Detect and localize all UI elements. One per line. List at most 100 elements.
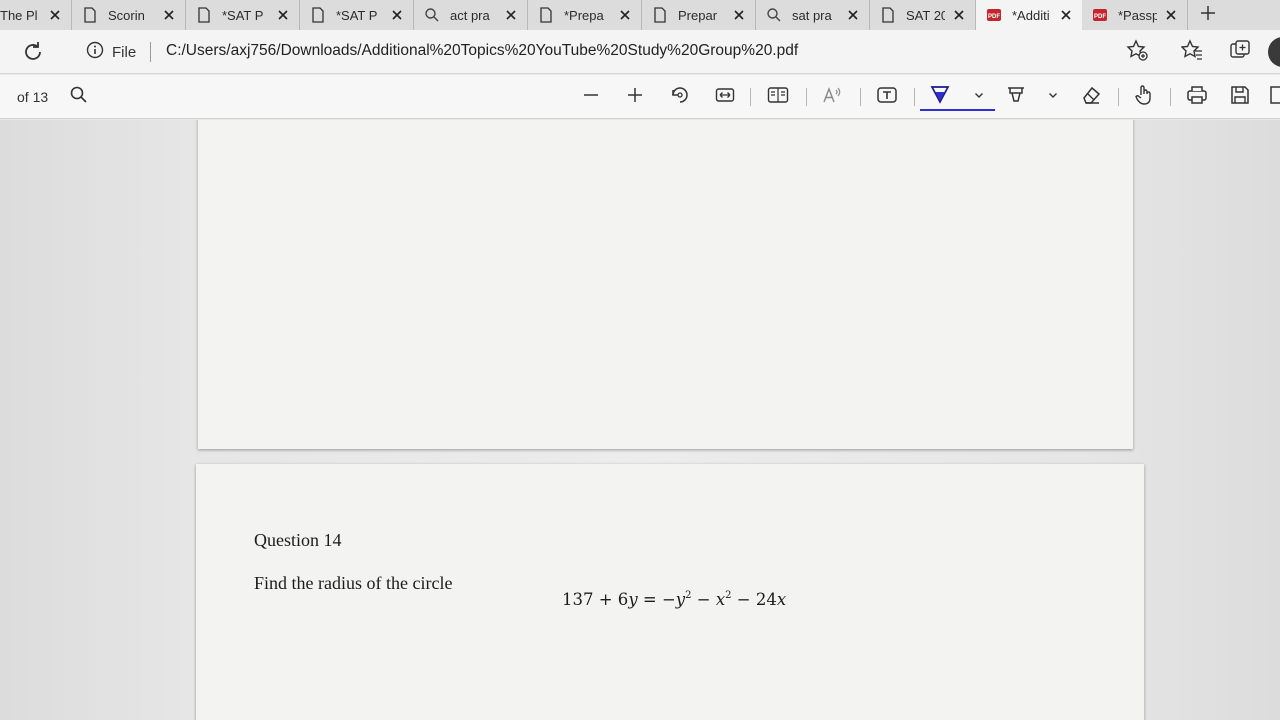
equation-part: = −: [637, 590, 676, 609]
pdf-icon: PDF: [986, 7, 1002, 23]
search-icon: [69, 85, 89, 110]
print-icon: [1186, 84, 1208, 111]
equation: 137 + 6y = −y2 − x2 − 24x: [562, 590, 786, 609]
tab-title: sat pra: [792, 7, 832, 23]
close-icon[interactable]: [617, 7, 633, 23]
divider: [1118, 88, 1119, 106]
close-icon[interactable]: [275, 7, 291, 23]
new-tab-button[interactable]: [1188, 0, 1228, 30]
plus-icon: [626, 86, 644, 109]
zoom-in-button[interactable]: [624, 86, 646, 108]
browser-window: The Pl Scorin *SAT P *SAT P act pra *Pre…: [0, 0, 1280, 720]
fit-width-button[interactable]: [714, 86, 736, 108]
tab-title: *Passp: [1118, 7, 1157, 23]
refresh-button[interactable]: [21, 40, 45, 64]
tab-8[interactable]: SAT 20: [870, 0, 976, 30]
page-icon: [880, 7, 896, 23]
close-icon[interactable]: [951, 7, 967, 23]
page-view-icon: [767, 85, 789, 110]
highlight-button[interactable]: [1005, 86, 1027, 108]
favorite-add-button[interactable]: [1126, 38, 1148, 66]
chevron-down-icon: [973, 88, 985, 106]
close-icon[interactable]: [731, 7, 747, 23]
draw-button[interactable]: [929, 84, 951, 111]
tab-title: Prepar: [678, 7, 718, 23]
read-aloud-button[interactable]: [822, 86, 844, 108]
equation-part: −: [691, 590, 716, 609]
draw-pen-icon: [929, 84, 951, 111]
avatar[interactable]: [1268, 37, 1280, 67]
close-icon[interactable]: [503, 7, 519, 23]
equation-var: y: [628, 590, 638, 609]
fit-width-icon: [715, 85, 735, 110]
close-icon[interactable]: [389, 7, 405, 23]
tab-title: Scorin: [108, 7, 145, 23]
rotate-icon: [670, 85, 690, 110]
close-icon[interactable]: [1058, 7, 1074, 23]
zoom-out-button[interactable]: [580, 86, 602, 108]
close-icon[interactable]: [47, 7, 63, 23]
pdf-viewport[interactable]: Question 14 Find the radius of the circl…: [0, 120, 1280, 720]
address-bar: File C:/Users/axj756/Downloads/Additiona…: [0, 30, 1280, 74]
star-add-icon: [1126, 38, 1148, 66]
question-title: Question 14: [254, 530, 342, 550]
find-button[interactable]: [68, 86, 90, 108]
minus-icon: [582, 86, 600, 109]
page-icon: [538, 7, 554, 23]
tab-title: The Pl: [0, 7, 38, 23]
page-view-button[interactable]: [767, 86, 789, 108]
pdf-toolbar: of 13: [0, 75, 1280, 119]
close-icon[interactable]: [845, 7, 861, 23]
svg-text:PDF: PDF: [1094, 14, 1106, 20]
equation-part: − 24: [731, 590, 777, 609]
equation-var: x: [715, 590, 726, 609]
equation-part: 137 + 6: [562, 590, 629, 609]
tab-title: *Prepa: [564, 7, 604, 23]
rotate-button[interactable]: [669, 86, 691, 108]
info-icon: [86, 41, 104, 64]
save-button[interactable]: [1229, 85, 1251, 110]
svg-text:PDF: PDF: [988, 14, 1000, 20]
refresh-icon: [21, 42, 45, 68]
close-icon[interactable]: [161, 7, 177, 23]
tab-1[interactable]: Scorin: [72, 0, 186, 30]
question-text: Find the radius of the circle: [254, 573, 453, 593]
touch-mode-button[interactable]: [1133, 84, 1155, 108]
tab-strip: The Pl Scorin *SAT P *SAT P act pra *Pre…: [0, 0, 1280, 30]
favorites-button[interactable]: [1180, 38, 1203, 66]
close-icon[interactable]: [1163, 7, 1179, 23]
tab-2[interactable]: *SAT P: [186, 0, 300, 30]
save-as-button[interactable]: [1268, 85, 1280, 108]
tab-9-active[interactable]: PDF *Additi: [976, 0, 1082, 30]
page-icon: [196, 7, 212, 23]
tab-5[interactable]: *Prepa: [528, 0, 642, 30]
eraser-icon: [1080, 84, 1102, 111]
print-button[interactable]: [1186, 84, 1208, 111]
highlight-options-dropdown[interactable]: [1042, 86, 1064, 108]
collections-icon: [1229, 39, 1251, 66]
divider: [860, 88, 861, 106]
add-text-button[interactable]: [876, 86, 898, 108]
erase-button[interactable]: [1080, 86, 1102, 108]
favorites-icon: [1180, 38, 1203, 66]
site-info-label: File: [112, 43, 137, 61]
page-icon: [82, 7, 98, 23]
save-icon: [1230, 85, 1250, 110]
divider: [806, 88, 807, 106]
url-field[interactable]: C:/Users/axj756/Downloads/Additional%20T…: [166, 42, 798, 60]
tab-3[interactable]: *SAT P: [300, 0, 414, 30]
tab-4[interactable]: act pra: [414, 0, 528, 30]
tab-7[interactable]: sat pra: [756, 0, 870, 30]
tab-0[interactable]: The Pl: [0, 0, 72, 30]
chevron-down-icon: [1047, 88, 1059, 106]
read-aloud-icon: [822, 85, 844, 110]
draw-options-dropdown[interactable]: [968, 86, 990, 108]
tab-10[interactable]: PDF *Passp: [1082, 0, 1188, 30]
site-info-button[interactable]: File: [86, 41, 137, 64]
divider: [1170, 88, 1171, 106]
divider: [750, 88, 751, 106]
page-icon: [310, 7, 326, 23]
collections-button[interactable]: [1229, 39, 1251, 66]
page-count: of 13: [17, 89, 49, 105]
tab-6[interactable]: Prepar: [642, 0, 756, 30]
